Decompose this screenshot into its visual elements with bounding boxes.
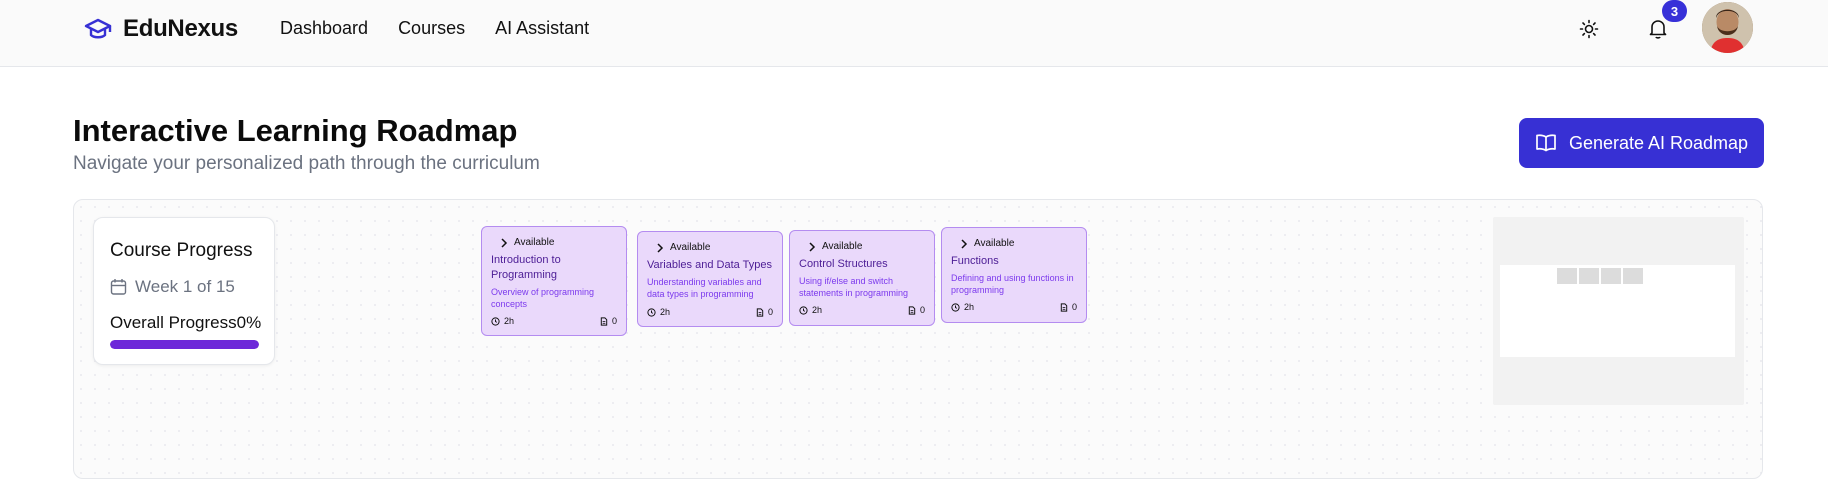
nav-courses[interactable]: Courses: [398, 18, 465, 39]
nav-dashboard[interactable]: Dashboard: [280, 18, 368, 39]
node-title: Introduction to Programming: [491, 254, 561, 281]
bell-icon: [1649, 20, 1667, 39]
node-status-label: Available: [514, 237, 555, 248]
roadmap-node-control-structures[interactable]: Available Control Structures Using if/el…: [789, 230, 935, 326]
node-meta: 2h 0: [647, 307, 773, 317]
chevron-right-icon: [657, 242, 664, 253]
node-duration-value: 2h: [504, 316, 515, 326]
chevron-right-icon: [961, 238, 968, 249]
minimap-node: [1623, 268, 1643, 284]
node-resources-value: 0: [1071, 302, 1077, 312]
user-avatar[interactable]: [1702, 2, 1753, 53]
node-meta: 2h 0: [491, 316, 617, 326]
theme-toggle-button[interactable]: [1574, 14, 1604, 44]
brand-logo[interactable]: EduNexus: [83, 14, 238, 44]
roadmap-minimap[interactable]: [1493, 217, 1744, 405]
course-progress-card: Course Progress Week 1 of 15 Overall Pro…: [93, 217, 275, 365]
node-duration: 2h: [647, 307, 670, 317]
course-week-indicator: Week 1 of 15: [110, 277, 235, 297]
course-progress-title: Course Progress: [110, 240, 253, 261]
node-resources: 0: [600, 316, 617, 326]
clock-icon: [951, 302, 960, 312]
document-icon: [1060, 302, 1068, 312]
node-title: Control Structures: [799, 258, 888, 270]
overall-progress-bar: [110, 340, 259, 349]
node-duration-value: 2h: [964, 302, 975, 312]
node-status: Available: [500, 237, 554, 248]
sun-icon: [1579, 19, 1599, 39]
nav-ai-assistant[interactable]: AI Assistant: [495, 18, 589, 39]
course-week-text: Week 1 of 15: [135, 277, 235, 296]
graduation-cap-icon: [83, 14, 113, 44]
overall-progress-value: 0%: [236, 313, 262, 332]
roadmap-node-functions[interactable]: Available Functions Defining and using f…: [941, 227, 1087, 323]
document-icon: [756, 307, 764, 317]
node-resources: 0: [756, 307, 773, 317]
node-description: Using if/else and switch statements in p…: [799, 276, 909, 298]
node-status: Available: [656, 242, 710, 253]
roadmap-node-introduction-to-programming[interactable]: Available Introduction to Programming Ov…: [481, 226, 627, 336]
notification-count-badge: 3: [1662, 0, 1687, 22]
node-resources: 0: [1060, 302, 1077, 312]
roadmap-node-variables-and-data-types[interactable]: Available Variables and Data Types Under…: [637, 231, 783, 327]
document-icon: [908, 305, 916, 315]
node-resources-value: 0: [919, 305, 925, 315]
node-resources: 0: [908, 305, 925, 315]
minimap-node: [1557, 268, 1577, 284]
generate-button-label: Generate AI Roadmap: [1568, 132, 1749, 153]
node-status: Available: [808, 241, 862, 252]
node-title: Functions: [951, 255, 999, 267]
chevron-right-icon: [809, 241, 816, 252]
node-duration: 2h: [799, 305, 822, 315]
node-title: Variables and Data Types: [647, 259, 772, 271]
minimap-node: [1601, 268, 1621, 284]
node-duration: 2h: [951, 302, 974, 312]
main-nav: Dashboard Courses AI Assistant: [280, 18, 589, 39]
node-description: Understanding variables and data types i…: [647, 277, 762, 299]
node-status-label: Available: [974, 238, 1015, 249]
node-meta: 2h 0: [951, 302, 1077, 312]
chevron-right-icon: [501, 237, 508, 248]
document-icon: [600, 316, 608, 326]
brand-name: EduNexus: [123, 15, 238, 42]
node-meta: 2h 0: [799, 305, 925, 315]
overall-progress-row: Overall Progress 0%: [110, 313, 261, 333]
node-description: Defining and using functions in programm…: [951, 273, 1074, 295]
node-description: Overview of programming concepts: [491, 287, 595, 309]
node-status-label: Available: [822, 241, 863, 252]
node-duration-value: 2h: [812, 305, 823, 315]
top-navigation-bar: EduNexus Dashboard Courses AI Assistant …: [0, 0, 1828, 67]
clock-icon: [647, 307, 656, 317]
node-resources-value: 0: [767, 307, 773, 317]
node-duration: 2h: [491, 316, 514, 326]
minimap-node: [1579, 268, 1599, 284]
clock-icon: [491, 316, 500, 326]
node-duration-value: 2h: [660, 307, 671, 317]
clock-icon: [799, 305, 808, 315]
page-title: Interactive Learning Roadmap: [73, 113, 518, 148]
node-status-label: Available: [670, 242, 711, 253]
calendar-icon: [110, 279, 127, 295]
node-resources-value: 0: [611, 316, 617, 326]
generate-ai-roadmap-button[interactable]: Generate AI Roadmap: [1519, 118, 1764, 168]
node-status: Available: [960, 238, 1014, 249]
book-open-icon: [1536, 134, 1556, 152]
overall-progress-label: Overall Progress: [110, 313, 237, 332]
page-subtitle: Navigate your personalized path through …: [73, 153, 540, 174]
overall-progress-bar-fill: [110, 340, 259, 349]
